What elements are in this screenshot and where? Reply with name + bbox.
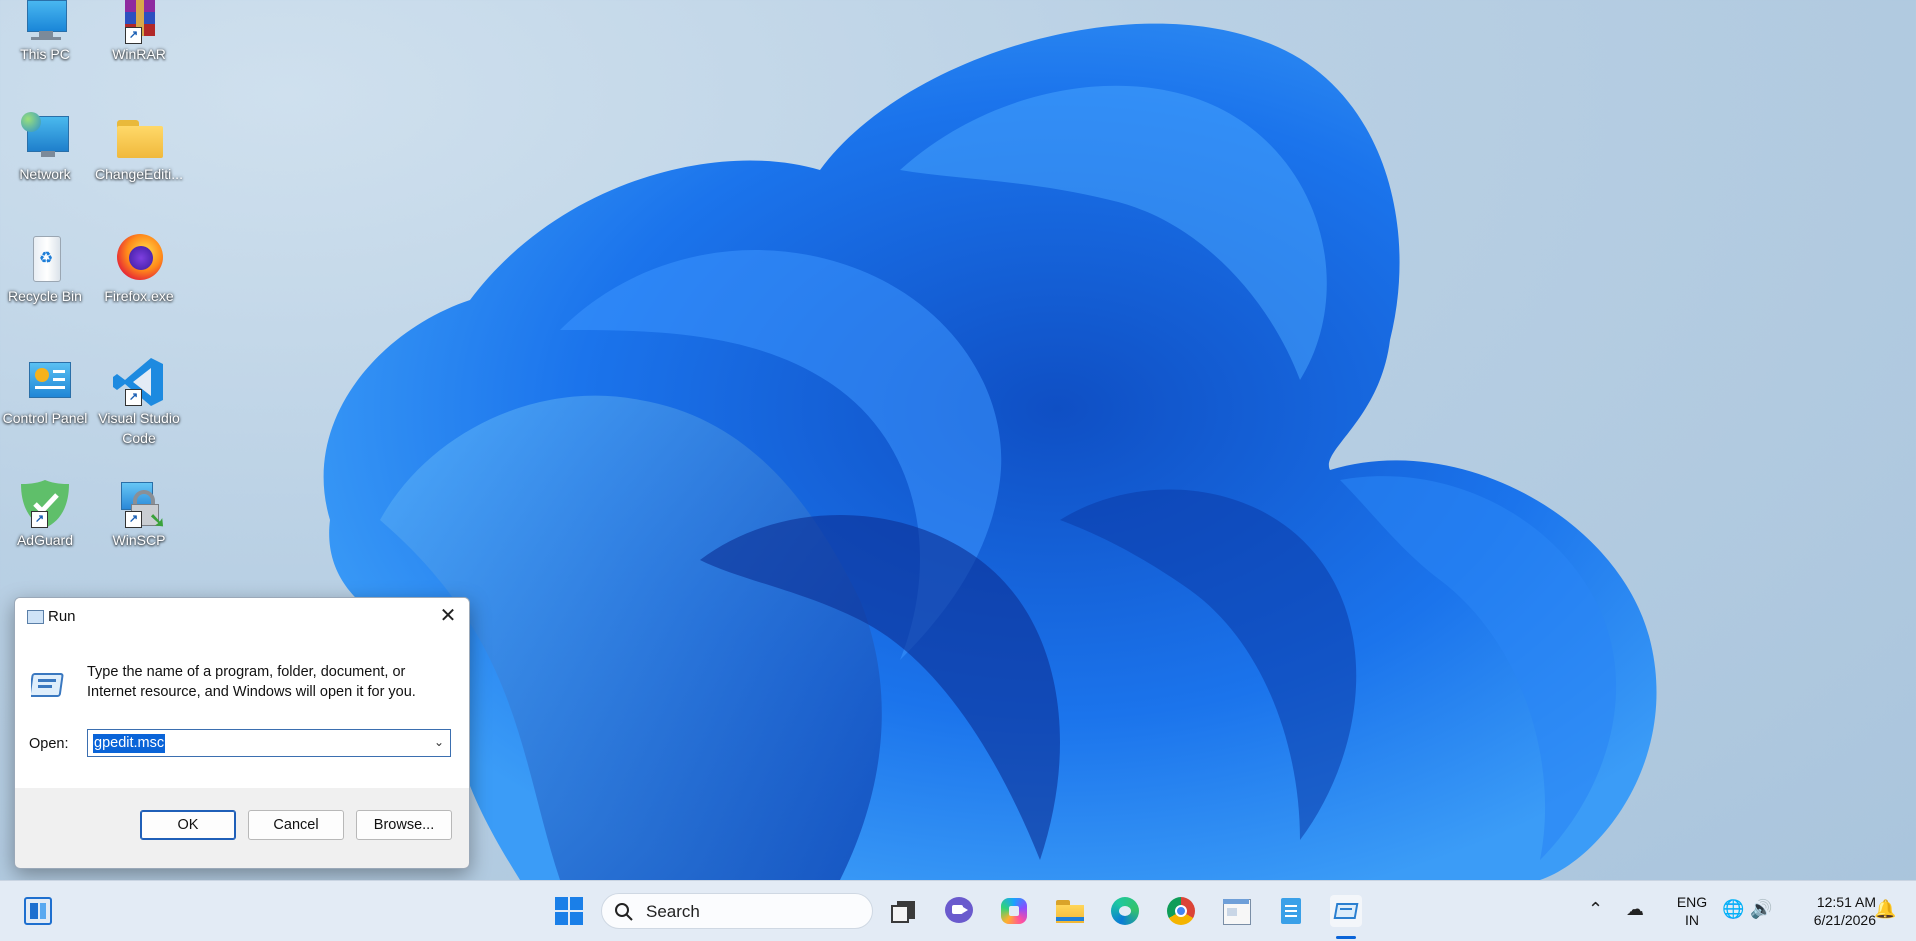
- run-titlebar[interactable]: Run ✕: [15, 598, 469, 636]
- chevron-up-icon[interactable]: ⌃: [1588, 899, 1603, 920]
- desktop-icon-winscp[interactable]: ➘ ↗ WinSCP: [94, 478, 184, 550]
- folder-icon: [111, 112, 167, 164]
- widgets-icon[interactable]: [22, 895, 54, 927]
- adguard-icon: ↗: [17, 478, 73, 530]
- recycle-bin-label: Recycle Bin: [8, 288, 82, 304]
- winscp-label: WinSCP: [112, 532, 166, 548]
- cancel-button[interactable]: Cancel: [248, 810, 344, 840]
- language-indicator[interactable]: ENG IN: [1672, 893, 1712, 929]
- close-button[interactable]: ✕: [427, 598, 469, 636]
- search-icon: [615, 903, 633, 921]
- chevron-down-icon[interactable]: ⌄: [434, 735, 444, 749]
- desktop-icon-recycle-bin[interactable]: ♻ Recycle Bin: [0, 234, 90, 306]
- clock[interactable]: 12:51 AM 6/21/2026: [1786, 893, 1876, 929]
- file-explorer-icon[interactable]: [1054, 895, 1086, 927]
- run-icon: [31, 673, 64, 697]
- open-label-text: Open:: [29, 736, 69, 752]
- run-body: Type the name of a program, folder, docu…: [15, 636, 469, 788]
- open-label: Open:: [29, 736, 69, 752]
- language-code: ENG: [1676, 894, 1708, 910]
- network-label: Network: [19, 166, 71, 182]
- winrar-label: WinRAR: [112, 46, 166, 62]
- firefox-label: Firefox.exe: [104, 288, 174, 304]
- vscode-label: Visual Studio Code: [98, 410, 180, 446]
- open-input[interactable]: gpedit.msc: [93, 734, 166, 753]
- this-pc-label: This PC: [20, 46, 70, 62]
- browse-button[interactable]: Browse...: [356, 810, 452, 840]
- run-dialog: Run ✕ Type the name of a program, folder…: [14, 597, 470, 869]
- desktop-icon-winrar[interactable]: ↗ WinRAR: [94, 0, 184, 64]
- notepad-icon[interactable]: [1275, 895, 1307, 927]
- desktop-icon-changeediti[interactable]: ChangeEditi...: [94, 112, 184, 184]
- bell-icon[interactable]: 🔔: [1874, 899, 1896, 920]
- taskbar: Search ⌃ ☁ ENG IN 🌐 🔊 12:51 AM 6/21/2026…: [0, 880, 1916, 941]
- onedrive-sync-icon[interactable]: ☁: [1626, 899, 1644, 920]
- teams-chat-icon[interactable]: [943, 895, 975, 927]
- speaker-icon[interactable]: 🔊: [1750, 899, 1772, 920]
- firefox-icon: [111, 234, 167, 286]
- vscode-icon: ↗: [111, 356, 167, 408]
- run-title-icon: [27, 610, 44, 624]
- clock-date: 6/21/2026: [1813, 912, 1876, 928]
- control-panel-label: Control Panel: [2, 410, 88, 426]
- search-placeholder: Search: [646, 902, 700, 921]
- chrome-icon[interactable]: [1165, 895, 1197, 927]
- task-view-icon[interactable]: [887, 895, 919, 927]
- desktop-icon-vscode[interactable]: ↗ Visual Studio Code: [94, 356, 184, 448]
- winrar-icon: ↗: [111, 0, 167, 44]
- network-icon: [17, 112, 73, 164]
- changeediti-label: ChangeEditi...: [95, 166, 183, 182]
- app-window-icon[interactable]: [1220, 895, 1252, 927]
- language-region: IN: [1685, 912, 1699, 928]
- desktop-icon-adguard[interactable]: ↗ AdGuard: [0, 478, 90, 550]
- edge-icon[interactable]: [1109, 895, 1141, 927]
- this-pc-icon: [17, 0, 73, 44]
- winscp-icon: ➘ ↗: [111, 478, 167, 532]
- desktop-icon-control-panel[interactable]: Control Panel: [0, 356, 90, 428]
- recycle-bin-icon: ♻: [17, 234, 73, 286]
- run-description: Type the name of a program, folder, docu…: [87, 664, 416, 700]
- run-title: Run: [48, 608, 76, 625]
- desktop-icon-firefox[interactable]: Firefox.exe: [94, 234, 184, 306]
- desktop-icon-this-pc[interactable]: This PC: [0, 0, 90, 64]
- open-combobox[interactable]: gpedit.msc ⌄: [87, 729, 451, 757]
- run-app-icon[interactable]: [1330, 895, 1362, 927]
- globe-network-icon[interactable]: 🌐: [1722, 899, 1744, 920]
- desktop-icon-network[interactable]: Network: [0, 112, 90, 184]
- ok-button[interactable]: OK: [140, 810, 236, 840]
- search-box[interactable]: Search: [601, 893, 873, 929]
- control-panel-icon: [17, 356, 73, 408]
- clock-time: 12:51 AM: [1816, 894, 1876, 910]
- adguard-label: AdGuard: [16, 532, 74, 548]
- copilot-icon[interactable]: [998, 895, 1030, 927]
- active-app-indicator: [1336, 936, 1356, 939]
- start-icon[interactable]: [553, 895, 585, 927]
